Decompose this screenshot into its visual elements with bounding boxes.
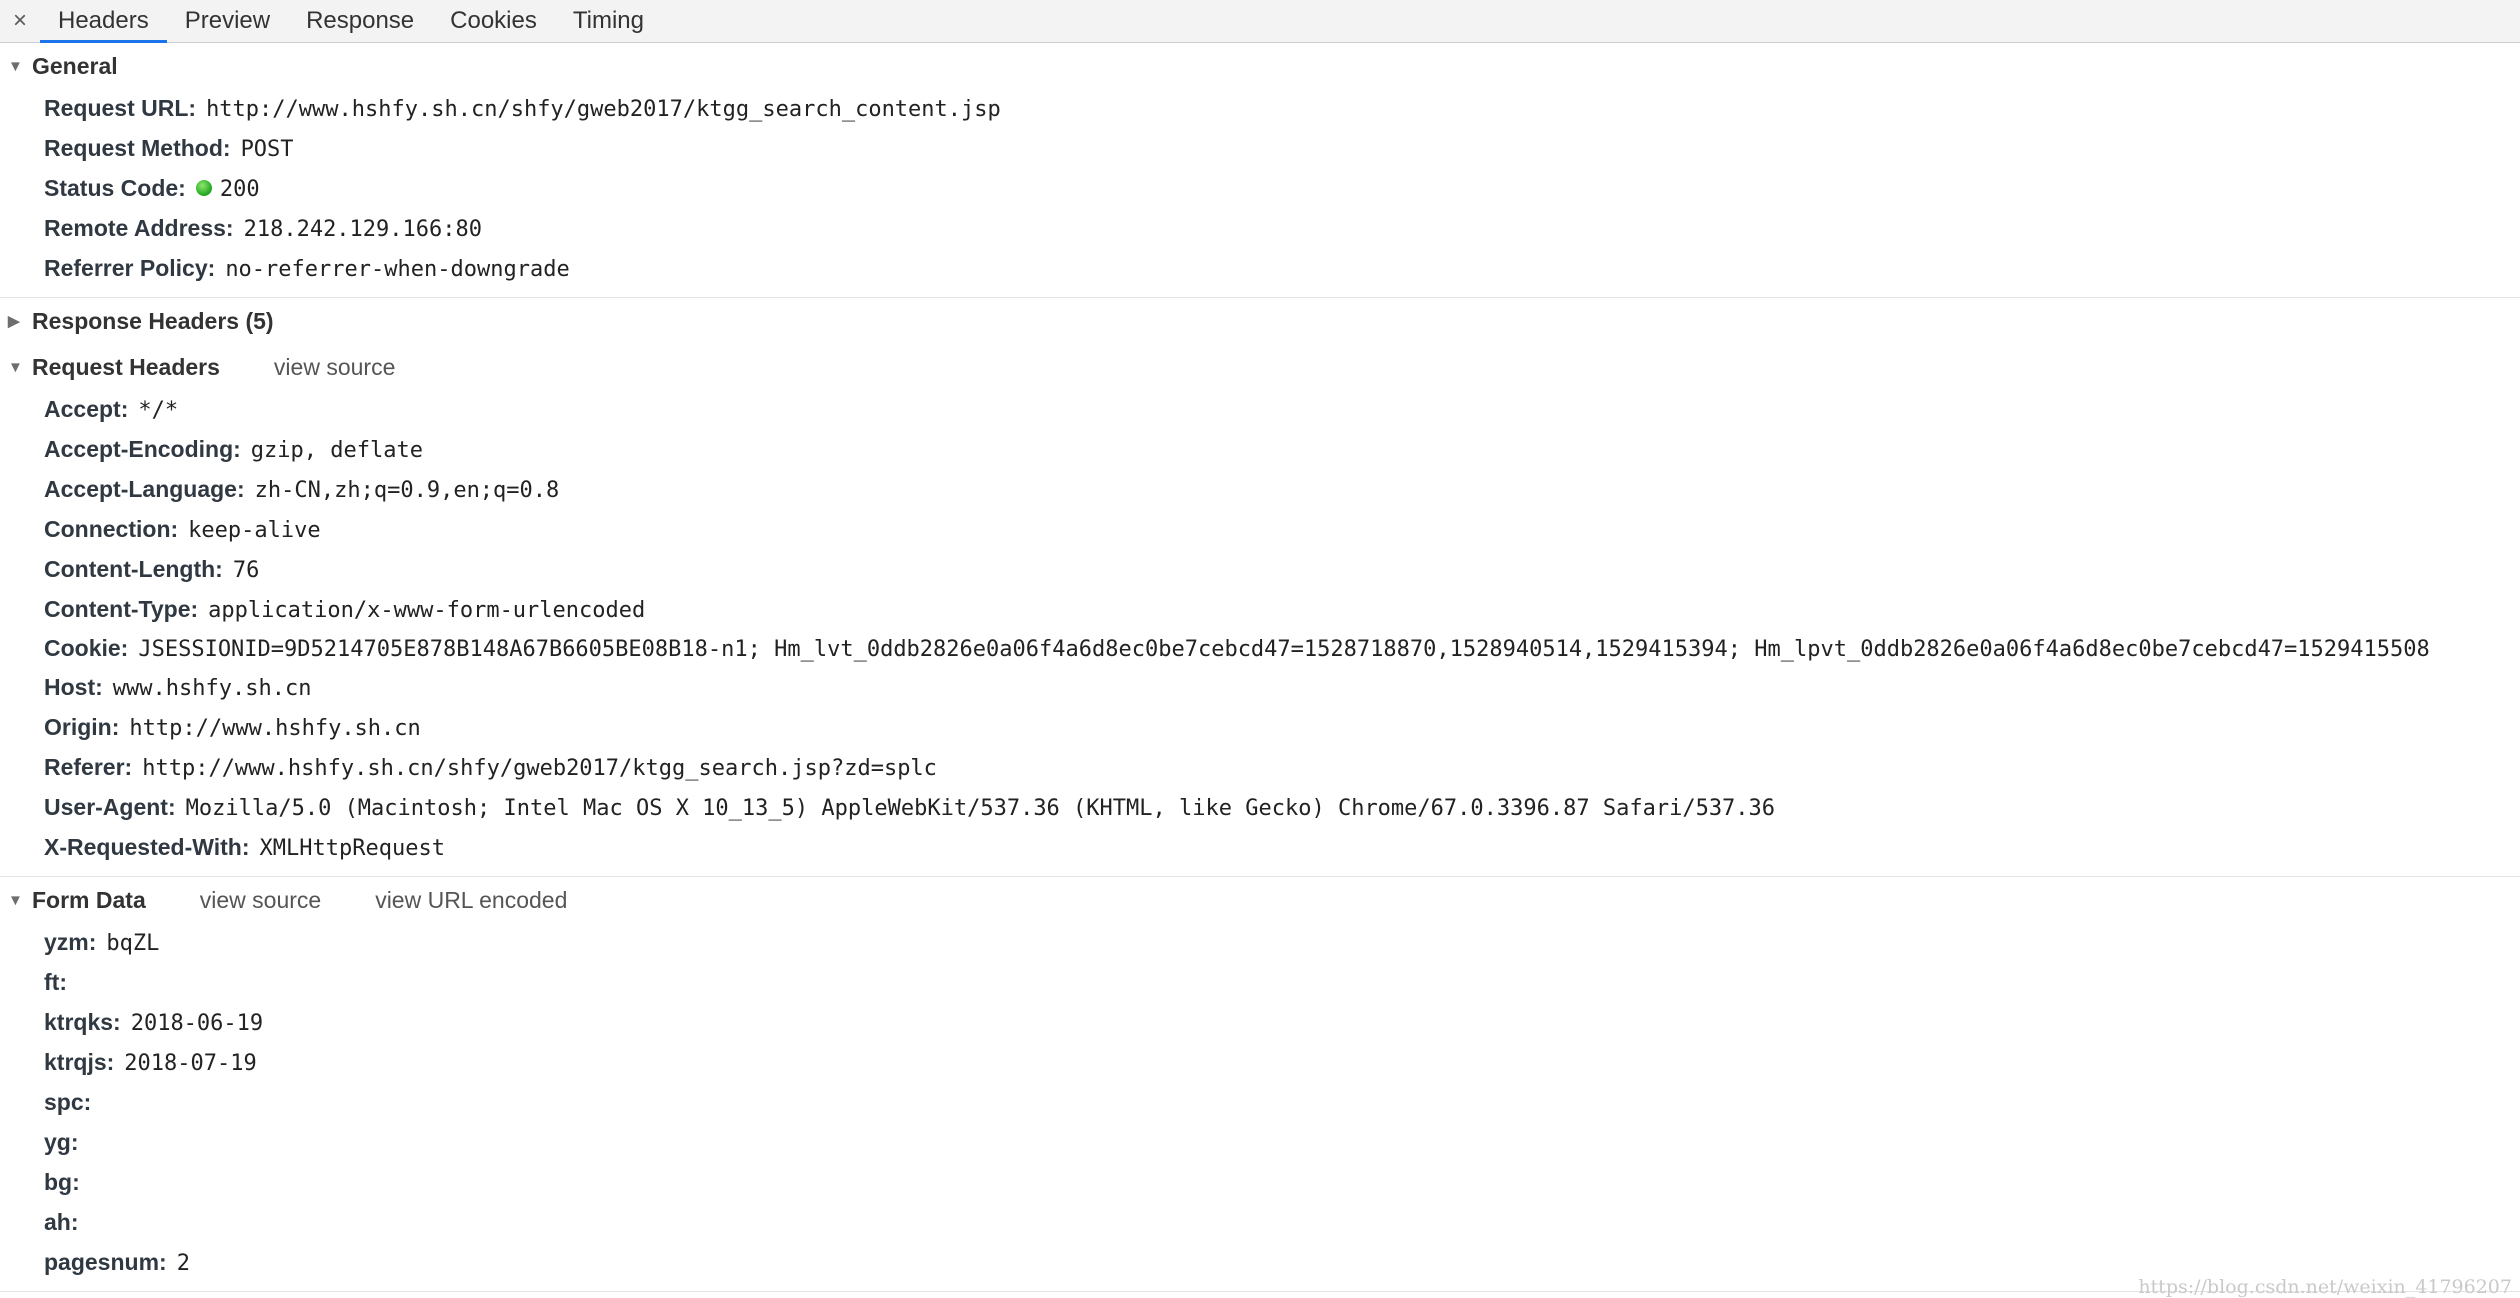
header-key: Request Method: <box>44 135 231 161</box>
close-icon[interactable]: × <box>0 0 40 42</box>
request-header-row: Content-Length: 76 <box>0 550 2520 590</box>
tab-timing[interactable]: Timing <box>555 0 662 42</box>
request-header-row: Content-Type: application/x-www-form-urle… <box>0 590 2520 630</box>
general-row-request-url: Request URL: http://www.hshfy.sh.cn/shfy/… <box>0 89 2520 129</box>
form-data-section: ▼ Form Data view source view URL encoded… <box>0 877 2520 1292</box>
general-title: General <box>32 52 118 79</box>
response-headers-section-header[interactable]: ▶ Response Headers (5) <box>0 298 2520 344</box>
form-data-section-header[interactable]: ▼ Form Data view source view URL encoded <box>0 877 2520 923</box>
request-header-row: Origin: http://www.hshfy.sh.cn <box>0 708 2520 748</box>
header-value: www.hshfy.sh.cn <box>112 676 312 701</box>
header-value: keep-alive <box>188 518 321 543</box>
header-key: Referer: <box>44 754 133 780</box>
general-row-request-method: Request Method: POST <box>0 129 2520 169</box>
header-value: gzip, deflate <box>250 438 423 463</box>
tab-headers[interactable]: Headers <box>40 0 167 43</box>
request-header-row: Accept-Language: zh-CN,zh;q=0.9,en;q=0.8 <box>0 470 2520 510</box>
header-key: Origin: <box>44 714 120 740</box>
header-key: Remote Address: <box>44 215 234 241</box>
form-data-title: Form Data <box>32 886 146 913</box>
form-data-row: ft: <box>0 963 2520 1003</box>
watermark: https://blog.csdn.net/weixin_41796207 <box>2138 1276 2512 1298</box>
header-key: Content-Type: <box>44 596 199 622</box>
form-key: ft: <box>44 969 67 995</box>
request-header-row: X-Requested-With: XMLHttpRequest <box>0 828 2520 868</box>
header-value: 76 <box>232 558 260 583</box>
form-data-row: yzm: bqZL <box>0 923 2520 963</box>
header-key: Accept-Language: <box>44 476 245 502</box>
header-key: Accept: <box>44 396 129 422</box>
status-ok-icon <box>195 179 212 196</box>
header-value: Mozilla/5.0 (Macintosh; Intel Mac OS X 1… <box>185 796 1776 821</box>
header-key: Request URL: <box>44 95 197 121</box>
request-header-row: User-Agent: Mozilla/5.0 (Macintosh; Intel… <box>0 788 2520 828</box>
form-value: 2 <box>176 1251 190 1276</box>
form-data-row: bg: <box>0 1163 2520 1203</box>
header-key: Cookie: <box>44 635 129 661</box>
header-value: http://www.hshfy.sh.cn <box>129 716 421 741</box>
general-section-header[interactable]: ▼ General <box>0 43 2520 89</box>
header-key: User-Agent: <box>44 794 176 820</box>
header-key: Status Code: <box>44 175 186 201</box>
general-row-status-code: Status Code: 200 <box>0 169 2520 209</box>
response-headers-title: Response Headers (5) <box>32 307 274 334</box>
general-section: ▼ General Request URL: http://www.hshfy.s… <box>0 43 2520 298</box>
view-url-encoded-link[interactable]: view URL encoded <box>375 887 567 914</box>
general-row-referrer-policy: Referrer Policy: no-referrer-when-downgra… <box>0 249 2520 289</box>
form-key: bg: <box>44 1169 80 1195</box>
header-value: JSESSIONID=9D5214705E878B148A67B6605BE08… <box>138 637 2430 662</box>
header-key: Accept-Encoding: <box>44 436 241 462</box>
devtools-tab-bar: × Headers Preview Response Cookies Timin… <box>0 0 2520 43</box>
form-value: 2018-06-19 <box>130 1011 264 1036</box>
header-value: http://www.hshfy.sh.cn/shfy/gweb2017/ktg… <box>142 756 937 781</box>
form-data-row: spc: <box>0 1083 2520 1123</box>
form-key: yzm: <box>44 929 97 955</box>
header-key: Referrer Policy: <box>44 255 216 281</box>
header-value: http://www.hshfy.sh.cn/shfy/gweb2017/ktg… <box>206 97 1001 122</box>
request-header-row: Accept: */* <box>0 390 2520 430</box>
view-source-link[interactable]: view source <box>200 887 321 914</box>
header-key: Host: <box>44 674 103 700</box>
request-header-row-cookie: Cookie: JSESSIONID=9D5214705E878B148A67B6… <box>0 630 2520 668</box>
header-value: POST <box>240 137 294 162</box>
header-value: 218.242.129.166:80 <box>243 217 483 242</box>
header-value: 200 <box>219 177 260 202</box>
form-key: ktrqks: <box>44 1009 121 1035</box>
request-headers-section: ▼ Request Headers view source Accept: */*… <box>0 344 2520 877</box>
header-value: zh-CN,zh;q=0.9,en;q=0.8 <box>254 478 560 503</box>
request-header-row: Referer: http://www.hshfy.sh.cn/shfy/gweb… <box>0 748 2520 788</box>
collapse-triangle-icon[interactable]: ▶ <box>8 312 32 330</box>
tab-preview[interactable]: Preview <box>167 0 288 42</box>
header-key: Content-Length: <box>44 556 223 582</box>
tab-cookies[interactable]: Cookies <box>432 0 555 42</box>
request-headers-title: Request Headers <box>32 353 220 380</box>
general-row-remote-address: Remote Address: 218.242.129.166:80 <box>0 209 2520 249</box>
expand-triangle-icon[interactable]: ▼ <box>8 359 32 376</box>
header-value: */* <box>138 398 179 423</box>
request-header-row: Accept-Encoding: gzip, deflate <box>0 430 2520 470</box>
form-data-row: ktrqks: 2018-06-19 <box>0 1003 2520 1043</box>
tab-response[interactable]: Response <box>288 0 432 42</box>
form-key: yg: <box>44 1129 79 1155</box>
form-key: pagesnum: <box>44 1249 167 1275</box>
form-key: ktrqjs: <box>44 1049 115 1075</box>
request-headers-section-header[interactable]: ▼ Request Headers view source <box>0 344 2520 390</box>
form-data-row: yg: <box>0 1123 2520 1163</box>
form-key: ah: <box>44 1209 79 1235</box>
form-data-row: ah: <box>0 1203 2520 1243</box>
form-value: bqZL <box>106 931 160 956</box>
header-value: no-referrer-when-downgrade <box>225 257 570 282</box>
header-key: Connection: <box>44 516 179 542</box>
header-value: application/x-www-form-urlencoded <box>208 598 646 623</box>
header-key: X-Requested-With: <box>44 834 250 860</box>
view-source-link[interactable]: view source <box>274 354 395 381</box>
request-header-row: Host: www.hshfy.sh.cn <box>0 668 2520 708</box>
header-value: XMLHttpRequest <box>259 836 445 861</box>
form-value: 2018-07-19 <box>124 1051 257 1076</box>
expand-triangle-icon[interactable]: ▼ <box>8 892 32 909</box>
request-header-row: Connection: keep-alive <box>0 510 2520 550</box>
form-key: spc: <box>44 1089 92 1115</box>
form-data-row: ktrqjs: 2018-07-19 <box>0 1043 2520 1083</box>
expand-triangle-icon[interactable]: ▼ <box>8 58 32 75</box>
